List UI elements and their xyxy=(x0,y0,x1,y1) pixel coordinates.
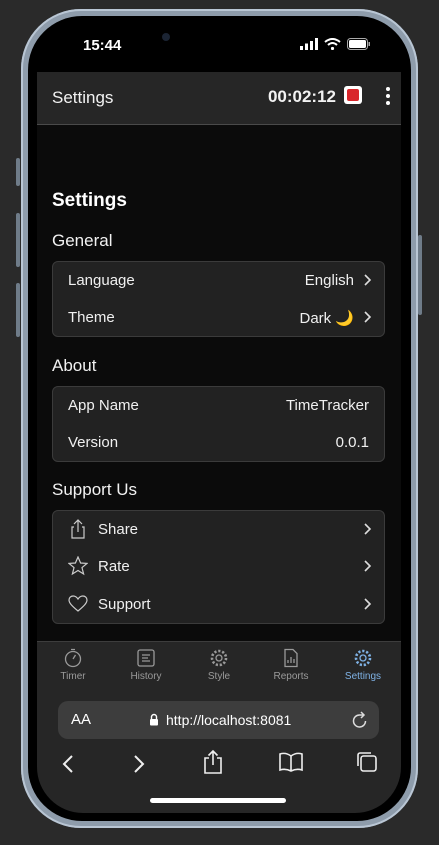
share-icon[interactable] xyxy=(202,749,224,775)
rate-label: Rate xyxy=(98,558,130,575)
stop-recording-button[interactable] xyxy=(344,86,362,104)
section-title-general: General xyxy=(52,231,113,250)
settings-content: Settings General Language English Theme … xyxy=(37,125,401,665)
back-icon[interactable] xyxy=(61,753,75,775)
section-title-about: About xyxy=(52,356,97,375)
tab-label: Style xyxy=(207,671,231,682)
chevron-right-icon xyxy=(364,560,372,572)
wifi-icon xyxy=(324,38,341,50)
browser-toolbar: AA http://localhost:8081 xyxy=(37,691,401,813)
star-icon xyxy=(68,556,88,576)
battery-icon xyxy=(347,38,370,50)
version-value: 0.0.1 xyxy=(335,434,369,451)
tabs-icon[interactable] xyxy=(355,751,379,773)
version-label: Version xyxy=(68,434,119,451)
address-bar[interactable]: AA http://localhost:8081 xyxy=(58,701,379,739)
app-name-row: App Name TimeTracker xyxy=(53,387,384,424)
camera-icon xyxy=(162,33,170,41)
report-icon xyxy=(284,648,298,668)
page-title: Settings xyxy=(52,190,127,211)
general-card: Language English Theme Dark 🌙 xyxy=(52,261,385,337)
chevron-right-icon xyxy=(364,274,372,286)
bottom-tab-bar: Timer History Style Reports Settings xyxy=(37,641,401,692)
status-time: 15:44 xyxy=(83,37,122,54)
volume-down-button xyxy=(16,283,20,337)
lock-icon xyxy=(150,713,158,726)
chevron-right-icon xyxy=(364,598,372,610)
theme-value: Dark 🌙 xyxy=(299,310,354,327)
language-row[interactable]: Language English xyxy=(53,262,384,299)
share-icon xyxy=(71,519,85,539)
tab-label: Settings xyxy=(344,671,382,682)
dynamic-island xyxy=(151,24,285,54)
cellular-signal-icon xyxy=(300,38,318,50)
rate-row[interactable]: Rate xyxy=(53,548,384,585)
reader-text-size-button[interactable]: AA xyxy=(71,711,91,728)
language-value: English xyxy=(304,272,354,289)
share-row[interactable]: Share xyxy=(53,511,384,548)
tab-label: Reports xyxy=(273,671,309,682)
status-bar: 15:44 xyxy=(37,24,401,68)
mute-switch xyxy=(16,158,20,186)
status-icons xyxy=(300,38,371,50)
url-text: http://localhost:8081 xyxy=(166,712,292,728)
theme-label: Theme xyxy=(68,309,115,326)
home-indicator xyxy=(150,798,286,803)
list-icon xyxy=(137,649,155,667)
gear-icon xyxy=(210,649,228,667)
stopwatch-icon xyxy=(64,648,82,668)
tab-style[interactable]: Style xyxy=(183,648,255,682)
forward-icon[interactable] xyxy=(132,753,146,775)
version-row: Version 0.0.1 xyxy=(53,424,384,461)
section-title-support: Support Us xyxy=(52,480,138,499)
app-name-value: TimeTracker xyxy=(285,397,369,414)
bookmarks-icon[interactable] xyxy=(278,751,304,773)
about-card: App Name TimeTracker Version 0.0.1 xyxy=(52,386,385,462)
app-name-label: App Name xyxy=(68,397,139,414)
tab-timer[interactable]: Timer xyxy=(37,648,109,682)
tab-label: Timer xyxy=(60,671,86,682)
tab-reports[interactable]: Reports xyxy=(255,648,327,682)
chevron-right-icon xyxy=(364,523,372,535)
share-label: Share xyxy=(98,521,139,538)
tab-history[interactable]: History xyxy=(110,648,182,682)
header-title: Settings xyxy=(52,88,114,107)
more-options-icon[interactable] xyxy=(386,87,390,105)
tab-settings[interactable]: Settings xyxy=(327,648,399,682)
screen: 15:44 Settings 00:02:12 Settings General… xyxy=(37,24,401,813)
language-label: Language xyxy=(68,272,135,289)
support-card: Share Rate Support xyxy=(52,510,385,624)
chevron-right-icon xyxy=(364,311,372,323)
support-label: Support xyxy=(98,596,151,613)
theme-row[interactable]: Theme Dark 🌙 xyxy=(53,299,384,336)
heart-icon xyxy=(68,595,88,612)
support-row[interactable]: Support xyxy=(53,586,384,623)
gear-icon xyxy=(354,649,372,667)
tab-label: History xyxy=(130,671,162,682)
running-timer: 00:02:12 xyxy=(267,87,336,106)
power-button xyxy=(418,235,422,315)
reload-icon[interactable] xyxy=(351,710,369,730)
volume-up-button xyxy=(16,213,20,267)
